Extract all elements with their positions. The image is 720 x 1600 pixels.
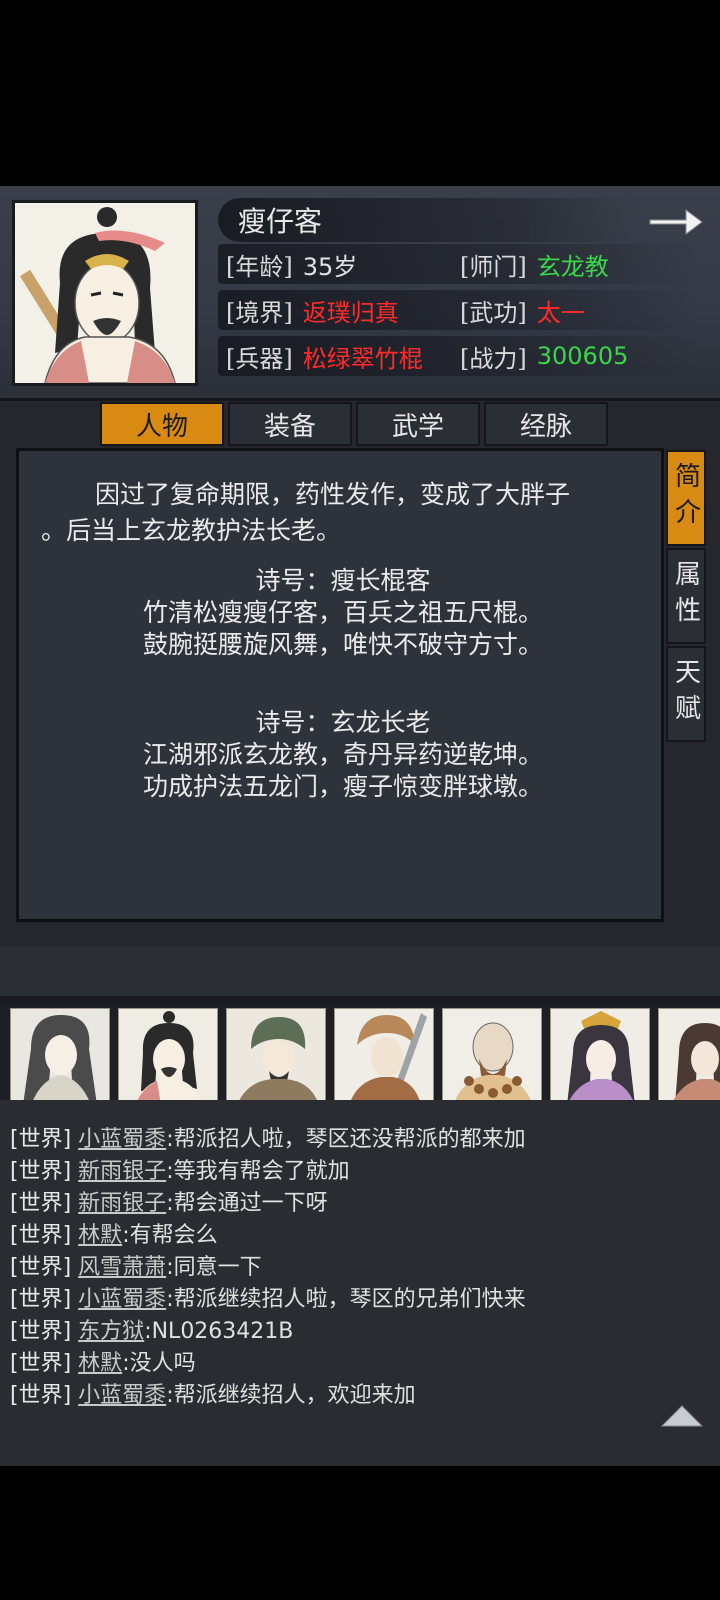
stat-label: [境界]: [226, 298, 293, 327]
tab-character[interactable]: 人物: [100, 402, 224, 446]
triangle-up-icon[interactable]: [660, 1402, 704, 1428]
game-screen: 瘦仔客 [年龄] 35岁 [师门] 玄龙教 [境界] 返璞归真 [武功] 太一 …: [0, 186, 720, 1466]
stat-sect: [师门] 玄龙教: [460, 244, 609, 284]
hero-portrait[interactable]: [550, 1008, 650, 1104]
chat-message: [世界] 东方狱:NL0263421B: [10, 1318, 293, 1346]
stat-power: [战力] 300605: [460, 336, 628, 376]
chat-channel: [世界]: [10, 1351, 72, 1376]
hero-portrait[interactable]: [10, 1008, 110, 1104]
chat-message: [世界] 小蓝蜀黍:帮派招人啦，琴区还没帮派的都来加: [10, 1126, 526, 1154]
character-header: 瘦仔客 [年龄] 35岁 [师门] 玄龙教 [境界] 返璞归真 [武功] 太一 …: [0, 186, 720, 401]
stat-realm: [境界] 返璞归真: [226, 290, 399, 330]
stat-martial-art: [武功] 太一: [460, 290, 585, 330]
chat-message: [世界] 林默:有帮会么: [10, 1222, 218, 1250]
hero-portrait[interactable]: [226, 1008, 326, 1104]
character-name: 瘦仔客: [238, 205, 323, 238]
chat-text: :等我有帮会了就加: [166, 1159, 350, 1184]
poem-2: 诗号：玄龙长老 江湖邪派玄龙教，奇丹异药逆乾坤。 功成护法五龙门，瘦子惊变胖球墩…: [19, 707, 667, 803]
stat-weapon: [兵器] 松绿翠竹棍: [226, 336, 423, 376]
chat-channel: [世界]: [10, 1159, 72, 1184]
chat-text: :NL0263421B: [144, 1319, 294, 1344]
bio-intro-line: 。后当上玄龙教护法长老。: [41, 516, 342, 545]
chat-username[interactable]: 东方狱: [78, 1319, 144, 1344]
chat-username[interactable]: 风雪萧萧: [78, 1255, 166, 1280]
chat-text: :帮派招人啦，琴区还没帮派的都来加: [166, 1127, 526, 1152]
bio-panel: 因过了复命期限，药性发作，变成了大胖子 。后当上玄龙教护法长老。 诗号：瘦长棍客…: [16, 448, 664, 922]
side-tab-intro[interactable]: 简介: [666, 450, 706, 546]
chat-channel: [世界]: [10, 1287, 72, 1312]
chat-message: [世界] 小蓝蜀黍:帮派继续招人，欢迎来加: [10, 1382, 416, 1410]
side-tab-label: 属性: [670, 560, 701, 632]
chat-channel: [世界]: [10, 1383, 72, 1408]
right-arrow-icon[interactable]: [646, 202, 706, 242]
poem-1: 诗号：瘦长棍客 竹清松瘦瘦仔客，百兵之祖五尺棍。 鼓腕挺腰旋风舞，唯快不破守方寸…: [19, 565, 667, 661]
tab-meridians[interactable]: 经脉: [484, 402, 608, 446]
poem-title: 诗号：玄龙长老: [255, 708, 431, 737]
character-portrait: [12, 200, 198, 386]
poem-title: 诗号：瘦长棍客: [255, 566, 431, 595]
stat-value: 35岁: [302, 252, 358, 281]
stat-label: [年龄]: [226, 252, 293, 281]
chat-channel: [世界]: [10, 1127, 72, 1152]
chat-text: :没人吗: [122, 1351, 196, 1376]
chat-username[interactable]: 小蓝蜀黍: [78, 1127, 166, 1152]
poem-line: 江湖邪派玄龙教，奇丹异药逆乾坤。: [142, 740, 543, 769]
chat-username[interactable]: 林默: [78, 1223, 122, 1248]
stat-age: [年龄] 35岁: [226, 244, 357, 284]
chat-panel[interactable]: [世界] 小蓝蜀黍:帮派招人啦，琴区还没帮派的都来加 [世界] 新雨银子:等我有…: [0, 1100, 720, 1466]
chat-username[interactable]: 新雨银子: [78, 1191, 166, 1216]
chat-username[interactable]: 林默: [78, 1351, 122, 1376]
hero-portrait[interactable]: [118, 1008, 218, 1104]
chat-channel: [世界]: [10, 1319, 72, 1344]
stat-value: 松绿翠竹棍: [302, 344, 423, 373]
side-tab-label: 天赋: [670, 658, 701, 730]
chat-channel: [世界]: [10, 1191, 72, 1216]
hero-portrait[interactable]: [442, 1008, 542, 1104]
hero-portrait[interactable]: [334, 1008, 434, 1104]
chat-message: [世界] 新雨银子:等我有帮会了就加: [10, 1158, 350, 1186]
divider: [0, 996, 720, 1004]
side-tab-talents[interactable]: 天赋: [666, 646, 706, 742]
side-tab-attributes[interactable]: 属性: [666, 548, 706, 644]
stat-label: [武功]: [460, 298, 527, 327]
hero-portrait[interactable]: [658, 1008, 720, 1104]
bio-intro: 因过了复命期限，药性发作，变成了大胖子 。后当上玄龙教护法长老。: [41, 477, 651, 549]
chat-username[interactable]: 小蓝蜀黍: [78, 1287, 166, 1312]
chat-message: [世界] 林默:没人吗: [10, 1350, 196, 1378]
chat-text: :帮派继续招人啦，琴区的兄弟们快来: [166, 1287, 526, 1312]
panel-footer: [0, 946, 720, 996]
stat-label: [师门]: [460, 252, 527, 281]
stat-value: 太一: [536, 298, 585, 327]
chat-text: :同意一下: [166, 1255, 262, 1280]
chat-username[interactable]: 小蓝蜀黍: [78, 1383, 166, 1408]
chat-message: [世界] 风雪萧萧:同意一下: [10, 1254, 262, 1282]
chat-text: :有帮会么: [122, 1223, 218, 1248]
stat-value: 返璞归真: [302, 298, 399, 327]
chat-channel: [世界]: [10, 1255, 72, 1280]
stat-label: [兵器]: [226, 344, 293, 373]
chat-username[interactable]: 新雨银子: [78, 1159, 166, 1184]
chat-text: :帮派继续招人，欢迎来加: [166, 1383, 416, 1408]
chat-text: :帮会通过一下呀: [166, 1191, 328, 1216]
stat-label: [战力]: [460, 344, 527, 373]
chat-channel: [世界]: [10, 1223, 72, 1248]
bio-intro-line: 因过了复命期限，药性发作，变成了大胖子: [95, 480, 571, 509]
chat-message: [世界] 新雨银子:帮会通过一下呀: [10, 1190, 328, 1218]
tab-martial-arts[interactable]: 武学: [356, 402, 480, 446]
stat-value: 玄龙教: [536, 252, 609, 281]
hero-roster: [0, 1004, 720, 1104]
tab-equipment[interactable]: 装备: [228, 402, 352, 446]
poem-line: 鼓腕挺腰旋风舞，唯快不破守方寸。: [142, 630, 543, 659]
poem-line: 竹清松瘦瘦仔客，百兵之祖五尺棍。: [142, 598, 543, 627]
chat-message: [世界] 小蓝蜀黍:帮派继续招人啦，琴区的兄弟们快来: [10, 1286, 526, 1314]
side-tab-label: 简介: [670, 462, 701, 534]
stat-value: 300605: [536, 342, 629, 370]
poem-line: 功成护法五龙门，瘦子惊变胖球墩。: [142, 772, 543, 801]
